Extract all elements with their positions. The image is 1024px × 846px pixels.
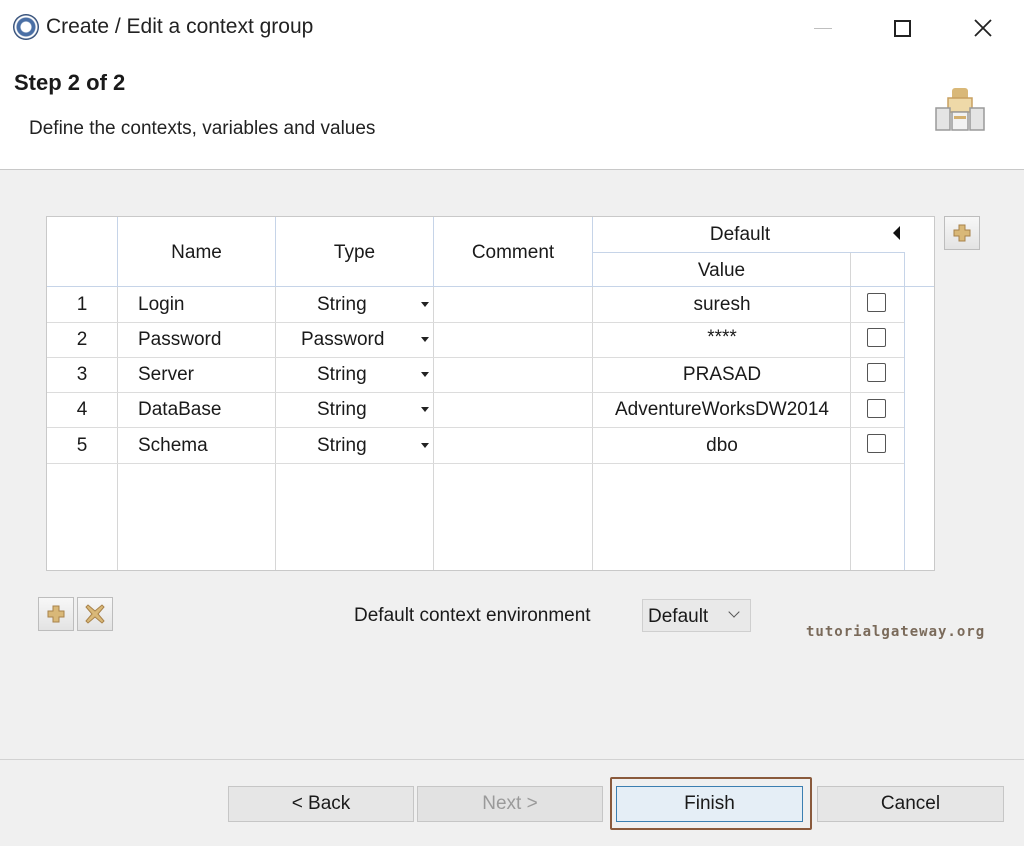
variable-name[interactable]: DataBase bbox=[138, 399, 221, 421]
collapse-arrow-icon[interactable] bbox=[893, 226, 900, 240]
context-variables-table: Name Type Comment Default Value 1 Login … bbox=[46, 216, 935, 571]
add-variable-button[interactable] bbox=[38, 597, 74, 631]
row-number: 3 bbox=[76, 364, 88, 385]
variable-value[interactable]: dbo bbox=[593, 435, 851, 457]
row-divider bbox=[47, 357, 904, 358]
title-bar: Create / Edit a context group bbox=[0, 0, 1024, 56]
row-divider bbox=[47, 392, 904, 393]
close-icon bbox=[974, 19, 992, 37]
prompt-checkbox[interactable] bbox=[867, 399, 886, 418]
minimize-icon bbox=[814, 27, 832, 29]
add-context-button[interactable] bbox=[944, 216, 980, 250]
maximize-icon bbox=[893, 19, 911, 37]
header-default-group[interactable]: Default bbox=[593, 224, 887, 246]
variable-type[interactable]: String bbox=[317, 364, 367, 386]
row-divider bbox=[47, 427, 904, 428]
dropdown-arrow-icon[interactable] bbox=[421, 407, 429, 412]
footer-divider bbox=[0, 759, 1024, 760]
row-number: 1 bbox=[76, 294, 88, 315]
dropdown-arrow-icon[interactable] bbox=[421, 443, 429, 448]
variable-name[interactable]: Login bbox=[138, 294, 185, 316]
header-type[interactable]: Type bbox=[276, 242, 433, 264]
header-comment[interactable]: Comment bbox=[434, 242, 592, 264]
column-divider bbox=[904, 252, 905, 570]
header-name[interactable]: Name bbox=[118, 242, 275, 264]
chevron-down-icon bbox=[728, 606, 740, 618]
close-button[interactable] bbox=[942, 0, 1024, 56]
variable-name[interactable]: Schema bbox=[138, 435, 208, 457]
cross-icon bbox=[85, 604, 105, 624]
dropdown-arrow-icon[interactable] bbox=[421, 337, 429, 342]
variable-value[interactable]: PRASAD bbox=[593, 364, 851, 386]
header-divider bbox=[47, 286, 934, 287]
prompt-checkbox[interactable] bbox=[867, 328, 886, 347]
maximize-button[interactable] bbox=[861, 0, 943, 56]
group-header-divider bbox=[592, 252, 905, 253]
wizard-header: Step 2 of 2 Define the contexts, variabl… bbox=[0, 56, 1024, 170]
prompt-checkbox[interactable] bbox=[867, 293, 886, 312]
step-title: Step 2 of 2 bbox=[14, 70, 126, 95]
cancel-button[interactable]: Cancel bbox=[817, 786, 1004, 822]
row-divider bbox=[47, 322, 904, 323]
prompt-checkbox[interactable] bbox=[867, 363, 886, 382]
context-environment-value: Default bbox=[648, 606, 709, 627]
finish-button[interactable]: Finish bbox=[616, 786, 803, 822]
variable-type[interactable]: String bbox=[317, 294, 367, 316]
variable-value[interactable]: **** bbox=[593, 327, 851, 349]
prompt-checkbox[interactable] bbox=[867, 434, 886, 453]
column-divider bbox=[275, 287, 276, 570]
variable-type[interactable]: Password bbox=[301, 329, 384, 351]
back-button[interactable]: < Back bbox=[228, 786, 414, 822]
window-title: Create / Edit a context group bbox=[46, 15, 314, 38]
app-icon bbox=[13, 14, 39, 40]
variable-value[interactable]: suresh bbox=[593, 294, 851, 316]
row-number: 4 bbox=[76, 399, 88, 420]
context-environment-select[interactable]: Default bbox=[642, 599, 751, 632]
remove-variable-button[interactable] bbox=[77, 597, 113, 631]
watermark: tutorialgateway.org bbox=[806, 624, 986, 640]
plus-icon bbox=[47, 605, 65, 623]
dropdown-arrow-icon[interactable] bbox=[421, 372, 429, 377]
header-value[interactable]: Value bbox=[593, 260, 850, 282]
minimize-button[interactable] bbox=[782, 0, 864, 56]
column-divider bbox=[117, 287, 118, 570]
row-number: 2 bbox=[76, 329, 88, 350]
variable-name[interactable]: Server bbox=[138, 364, 194, 386]
column-divider bbox=[433, 287, 434, 570]
variable-name[interactable]: Password bbox=[138, 329, 221, 351]
variable-type[interactable]: String bbox=[317, 435, 367, 457]
next-button[interactable]: Next > bbox=[417, 786, 603, 822]
step-description: Define the contexts, variables and value… bbox=[29, 118, 376, 139]
variable-type[interactable]: String bbox=[317, 399, 367, 421]
variable-value[interactable]: AdventureWorksDW2014 bbox=[593, 399, 851, 421]
context-environment-label: Default context environment bbox=[354, 605, 591, 626]
wizard-icon bbox=[935, 88, 985, 131]
row-divider bbox=[47, 463, 904, 464]
row-number: 5 bbox=[76, 435, 88, 456]
plus-icon bbox=[953, 224, 971, 242]
dropdown-arrow-icon[interactable] bbox=[421, 302, 429, 307]
